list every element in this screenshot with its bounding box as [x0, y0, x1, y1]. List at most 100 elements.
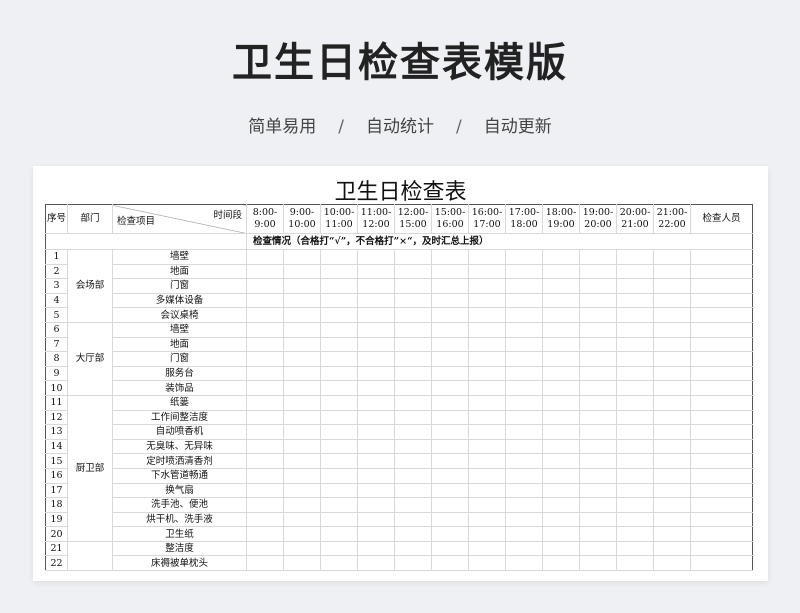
check-cell[interactable]: [357, 497, 395, 513]
check-cell[interactable]: [653, 424, 691, 440]
check-cell[interactable]: [616, 540, 654, 557]
check-cell[interactable]: [542, 424, 580, 440]
check-cell[interactable]: [653, 555, 691, 572]
check-cell[interactable]: [431, 511, 469, 528]
check-cell[interactable]: [505, 394, 543, 411]
inspector-cell[interactable]: [690, 336, 753, 353]
check-cell[interactable]: [283, 424, 321, 440]
check-cell[interactable]: [653, 263, 691, 280]
check-cell[interactable]: [431, 555, 469, 572]
check-cell[interactable]: [246, 249, 284, 265]
check-cell[interactable]: [431, 467, 469, 484]
check-cell[interactable]: [246, 453, 284, 469]
check-cell[interactable]: [283, 351, 321, 367]
check-cell[interactable]: [468, 263, 506, 280]
check-cell[interactable]: [431, 292, 469, 309]
check-cell[interactable]: [283, 263, 321, 280]
check-cell[interactable]: [394, 511, 432, 528]
check-cell[interactable]: [246, 467, 284, 484]
check-cell[interactable]: [357, 351, 395, 367]
check-cell[interactable]: [357, 336, 395, 353]
check-cell[interactable]: [320, 307, 358, 323]
check-cell[interactable]: [431, 380, 469, 396]
check-cell[interactable]: [653, 365, 691, 382]
check-cell[interactable]: [542, 263, 580, 280]
check-cell[interactable]: [468, 351, 506, 367]
check-cell[interactable]: [246, 278, 284, 294]
check-cell[interactable]: [283, 540, 321, 557]
check-cell[interactable]: [579, 365, 617, 382]
check-cell[interactable]: [283, 321, 321, 338]
check-cell[interactable]: [653, 394, 691, 411]
check-cell[interactable]: [320, 526, 358, 542]
check-cell[interactable]: [320, 351, 358, 367]
check-cell[interactable]: [394, 497, 432, 513]
check-cell[interactable]: [505, 263, 543, 280]
check-cell[interactable]: [579, 555, 617, 572]
check-cell[interactable]: [357, 380, 395, 396]
inspector-cell[interactable]: [690, 424, 753, 440]
check-cell[interactable]: [394, 321, 432, 338]
check-cell[interactable]: [616, 321, 654, 338]
check-cell[interactable]: [616, 438, 654, 455]
check-cell[interactable]: [283, 394, 321, 411]
check-cell[interactable]: [246, 438, 284, 455]
check-cell[interactable]: [616, 249, 654, 265]
check-cell[interactable]: [653, 467, 691, 484]
check-cell[interactable]: [505, 482, 543, 499]
check-cell[interactable]: [468, 511, 506, 528]
check-cell[interactable]: [283, 467, 321, 484]
check-cell[interactable]: [246, 526, 284, 542]
check-cell[interactable]: [505, 249, 543, 265]
check-cell[interactable]: [468, 365, 506, 382]
check-cell[interactable]: [357, 307, 395, 323]
check-cell[interactable]: [431, 482, 469, 499]
check-cell[interactable]: [505, 278, 543, 294]
check-cell[interactable]: [616, 424, 654, 440]
check-cell[interactable]: [616, 482, 654, 499]
check-cell[interactable]: [653, 336, 691, 353]
inspector-cell[interactable]: [690, 511, 753, 528]
check-cell[interactable]: [653, 292, 691, 309]
check-cell[interactable]: [246, 394, 284, 411]
check-cell[interactable]: [616, 278, 654, 294]
check-cell[interactable]: [394, 394, 432, 411]
inspector-cell[interactable]: [690, 380, 753, 396]
inspector-cell[interactable]: [690, 263, 753, 280]
check-cell[interactable]: [616, 263, 654, 280]
check-cell[interactable]: [505, 307, 543, 323]
inspector-cell[interactable]: [690, 438, 753, 455]
inspector-cell[interactable]: [690, 526, 753, 542]
check-cell[interactable]: [579, 351, 617, 367]
check-cell[interactable]: [246, 497, 284, 513]
check-cell[interactable]: [246, 511, 284, 528]
check-cell[interactable]: [431, 307, 469, 323]
check-cell[interactable]: [283, 482, 321, 499]
check-cell[interactable]: [431, 453, 469, 469]
inspector-cell[interactable]: [690, 365, 753, 382]
check-cell[interactable]: [653, 540, 691, 557]
check-cell[interactable]: [653, 278, 691, 294]
check-cell[interactable]: [542, 409, 580, 426]
check-cell[interactable]: [320, 511, 358, 528]
check-cell[interactable]: [394, 453, 432, 469]
check-cell[interactable]: [468, 394, 506, 411]
check-cell[interactable]: [431, 497, 469, 513]
check-cell[interactable]: [357, 321, 395, 338]
check-cell[interactable]: [579, 526, 617, 542]
check-cell[interactable]: [246, 380, 284, 396]
check-cell[interactable]: [394, 307, 432, 323]
check-cell[interactable]: [653, 497, 691, 513]
inspector-cell[interactable]: [690, 351, 753, 367]
check-cell[interactable]: [357, 424, 395, 440]
check-cell[interactable]: [653, 249, 691, 265]
check-cell[interactable]: [653, 438, 691, 455]
check-cell[interactable]: [542, 526, 580, 542]
check-cell[interactable]: [542, 394, 580, 411]
check-cell[interactable]: [579, 453, 617, 469]
check-cell[interactable]: [357, 278, 395, 294]
check-cell[interactable]: [542, 365, 580, 382]
check-cell[interactable]: [616, 292, 654, 309]
inspector-cell[interactable]: [690, 307, 753, 323]
check-cell[interactable]: [320, 497, 358, 513]
